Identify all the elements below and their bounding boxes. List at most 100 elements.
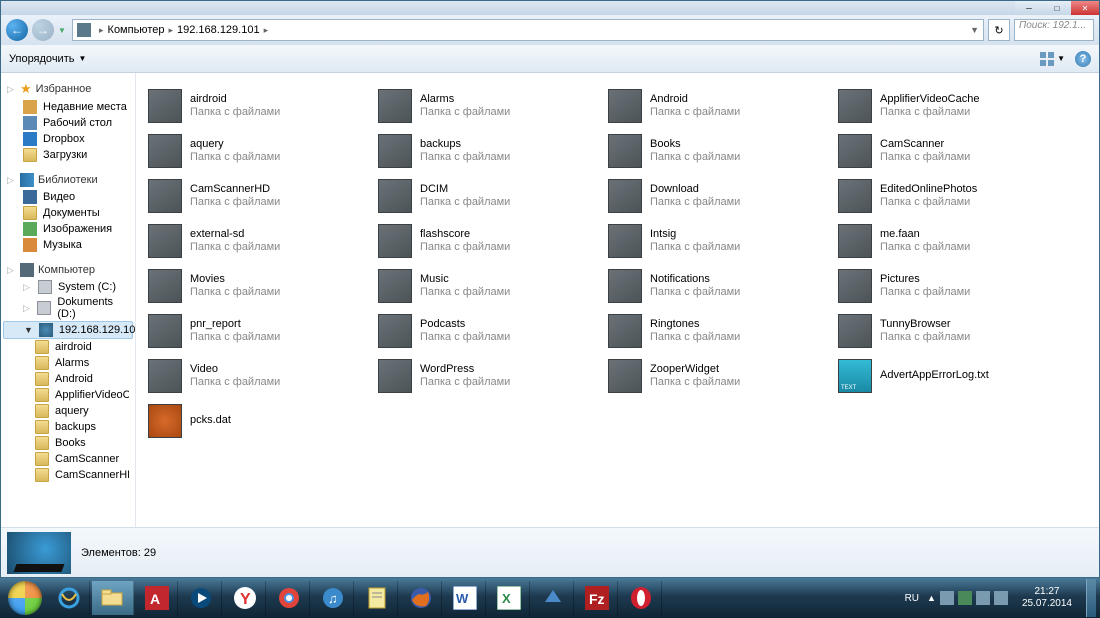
system-tray[interactable]: ▲ (927, 591, 1008, 605)
sidebar-item-drive-d[interactable]: ▷Dokuments (D:) (1, 295, 135, 321)
folder-item[interactable]: flashscoreПапка с файлами (376, 218, 606, 263)
taskbar-opera-icon[interactable] (620, 581, 662, 615)
tray-icon[interactable] (958, 591, 972, 605)
taskbar-filezilla-icon[interactable]: Fz (576, 581, 618, 615)
sidebar-item-drive-c[interactable]: ▷System (C:) (1, 279, 135, 295)
breadcrumb-location[interactable]: 192.168.129.101 (177, 24, 260, 36)
help-icon[interactable]: ? (1075, 51, 1091, 67)
computer-header[interactable]: ▷Компьютер (1, 261, 135, 279)
taskbar-app-icon[interactable] (532, 581, 574, 615)
folder-item[interactable]: PicturesПапка с файлами (836, 263, 1066, 308)
breadcrumb-root[interactable]: Компьютер (108, 24, 165, 36)
breadcrumb[interactable]: ▸ Компьютер ▸ 192.168.129.101 ▸ ▼ (72, 19, 984, 41)
folder-item[interactable]: DCIMПапка с файлами (376, 173, 606, 218)
folder-item[interactable]: RingtonesПапка с файлами (606, 308, 836, 353)
dropdown-icon[interactable]: ▼ (78, 54, 86, 63)
folder-item[interactable]: ApplifierVideoCacheПапка с файлами (836, 83, 1066, 128)
item-subtitle: Папка с файлами (880, 331, 970, 344)
item-subtitle: Папка с файлами (650, 106, 740, 119)
folder-item[interactable]: CamScannerHDПапка с файлами (146, 173, 376, 218)
folder-item[interactable]: BooksПапка с файлами (606, 128, 836, 173)
taskbar-adobe-icon[interactable]: A (136, 581, 178, 615)
start-button[interactable] (4, 580, 46, 616)
item-title: aquery (190, 138, 280, 151)
folder-item[interactable]: VideoПапка с файлами (146, 353, 376, 398)
file-item[interactable]: AdvertAppErrorLog.txt (836, 353, 1066, 398)
taskbar-explorer-icon[interactable] (92, 581, 134, 615)
taskbar-ie-icon[interactable] (48, 581, 90, 615)
address-dropdown-icon[interactable]: ▼ (970, 25, 979, 35)
folder-item[interactable]: AlarmsПапка с файлами (376, 83, 606, 128)
folder-item[interactable]: TunnyBrowserПапка с файлами (836, 308, 1066, 353)
dropdown-icon[interactable]: ▼ (1057, 54, 1065, 63)
language-indicator[interactable]: RU (905, 593, 919, 604)
minimize-button[interactable]: ─ (1015, 1, 1043, 15)
folder-item[interactable]: CamScannerПапка с файлами (836, 128, 1066, 173)
history-dropdown-icon[interactable]: ▼ (58, 26, 68, 35)
refresh-button[interactable]: ↻ (988, 19, 1010, 41)
sidebar-item-subfolder[interactable]: ApplifierVideoCache (1, 387, 135, 403)
sidebar-item-subfolder[interactable]: airdroid (1, 339, 135, 355)
favorites-header[interactable]: ▷★Избранное (1, 79, 135, 99)
folder-item[interactable]: external-sdПапка с файлами (146, 218, 376, 263)
forward-button[interactable]: → (32, 19, 54, 41)
folder-item[interactable]: MusicПапка с файлами (376, 263, 606, 308)
back-button[interactable]: ← (6, 19, 28, 41)
sidebar-item-subfolder[interactable]: aquery (1, 403, 135, 419)
sidebar-item-music[interactable]: Музыка (1, 237, 135, 253)
tray-network-icon[interactable] (976, 591, 990, 605)
folder-item[interactable]: IntsigПапка с файлами (606, 218, 836, 263)
folder-item[interactable]: EditedOnlinePhotosПапка с файлами (836, 173, 1066, 218)
close-button[interactable]: ✕ (1071, 1, 1099, 15)
sidebar-item-desktop[interactable]: Рабочий стол (1, 115, 135, 131)
sidebar-item-subfolder[interactable]: Alarms (1, 355, 135, 371)
view-options-icon[interactable] (1039, 51, 1055, 67)
sidebar-item-downloads[interactable]: Загрузки (1, 147, 135, 163)
organize-button[interactable]: Упорядочить (9, 53, 74, 65)
folder-item[interactable]: WordPressПапка с файлами (376, 353, 606, 398)
folder-item[interactable]: PodcastsПапка с файлами (376, 308, 606, 353)
taskbar-firefox-icon[interactable] (400, 581, 442, 615)
sidebar-item-subfolder[interactable]: CamScanner (1, 451, 135, 467)
folder-item[interactable]: NotificationsПапка с файлами (606, 263, 836, 308)
maximize-button[interactable]: □ (1043, 1, 1071, 15)
folder-item[interactable]: pnr_reportПапка с файлами (146, 308, 376, 353)
folder-item[interactable]: aqueryПапка с файлами (146, 128, 376, 173)
taskbar-excel-icon[interactable]: X (488, 581, 530, 615)
folder-item[interactable]: AndroidПапка с файлами (606, 83, 836, 128)
sidebar-item-subfolder[interactable]: Books (1, 435, 135, 451)
tray-icon[interactable] (940, 591, 954, 605)
sidebar-item-network-location[interactable]: ▼192.168.129.101 (3, 321, 133, 339)
sidebar-item-subfolder[interactable]: backups (1, 419, 135, 435)
taskbar-yandex-icon[interactable]: Y (224, 581, 266, 615)
sidebar-item-subfolder[interactable]: Android (1, 371, 135, 387)
taskbar-notepad-icon[interactable] (356, 581, 398, 615)
folder-item[interactable]: ZooperWidgetПапка с файлами (606, 353, 836, 398)
folder-item[interactable]: airdroidПапка с файлами (146, 83, 376, 128)
folder-item[interactable]: backupsПапка с файлами (376, 128, 606, 173)
tray-up-icon[interactable]: ▲ (927, 593, 936, 603)
folder-item[interactable]: me.faanПапка с файлами (836, 218, 1066, 263)
sidebar-item-subfolder[interactable]: CamScannerHD (1, 467, 135, 483)
taskbar-word-icon[interactable]: W (444, 581, 486, 615)
taskbar-chrome-icon[interactable] (268, 581, 310, 615)
file-item[interactable]: pcks.dat (146, 398, 376, 443)
taskbar-clock[interactable]: 21:27 25.07.2014 (1016, 586, 1078, 610)
taskbar-wmp-icon[interactable] (180, 581, 222, 615)
libraries-header[interactable]: ▷Библиотеки (1, 171, 135, 189)
folder-item[interactable]: DownloadПапка с файлами (606, 173, 836, 218)
sidebar-item-video[interactable]: Видео (1, 189, 135, 205)
folder-icon (608, 224, 642, 258)
content-pane[interactable]: airdroidПапка с файламиAlarmsПапка с фай… (136, 73, 1099, 527)
computer-icon (77, 23, 91, 37)
tray-volume-icon[interactable] (994, 591, 1008, 605)
folder-item[interactable]: MoviesПапка с файлами (146, 263, 376, 308)
sidebar-item-images[interactable]: Изображения (1, 221, 135, 237)
item-subtitle: Папка с файлами (420, 196, 510, 209)
taskbar-itunes-icon[interactable]: ♫ (312, 581, 354, 615)
sidebar-item-recent[interactable]: Недавние места (1, 99, 135, 115)
show-desktop-button[interactable] (1086, 579, 1096, 617)
sidebar-item-docs[interactable]: Документы (1, 205, 135, 221)
sidebar-item-dropbox[interactable]: Dropbox (1, 131, 135, 147)
search-input[interactable]: Поиск: 192.1... (1014, 19, 1094, 41)
